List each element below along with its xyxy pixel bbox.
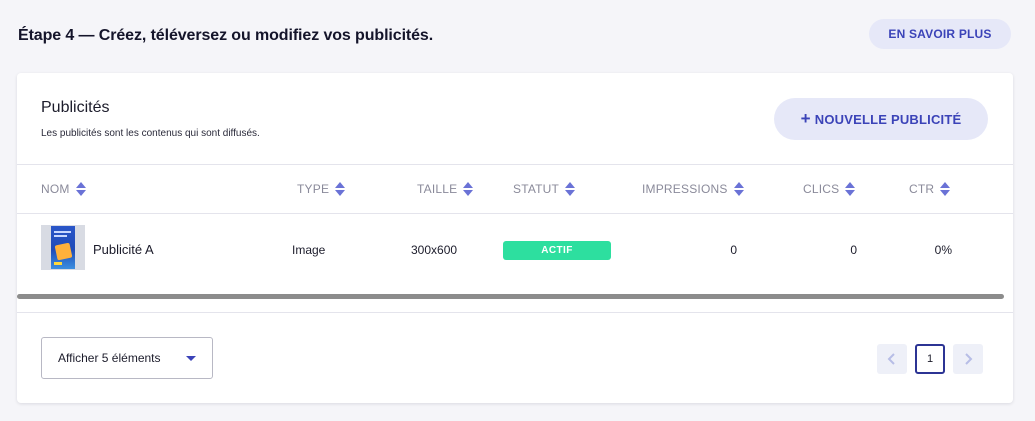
column-header-name[interactable]: NOM xyxy=(41,182,86,196)
ad-clicks: 0 xyxy=(850,243,857,257)
sort-icon[interactable] xyxy=(733,182,744,196)
ad-ctr: 0% xyxy=(934,243,952,257)
column-header-label: TAILLE xyxy=(417,182,458,196)
column-header-impressions[interactable]: IMPRESSIONS xyxy=(642,182,744,196)
horizontal-scrollbar[interactable] xyxy=(17,294,1004,299)
column-header-type[interactable]: TYPE xyxy=(297,182,346,196)
column-header-label: TYPE xyxy=(297,182,330,196)
step-title: Étape 4 — Créez, téléversez ou modifiez … xyxy=(18,27,434,44)
sort-icon[interactable] xyxy=(335,182,346,196)
previous-page-button[interactable] xyxy=(877,344,907,374)
column-header-size[interactable]: TAILLE xyxy=(417,182,474,196)
caret-down-icon xyxy=(186,356,196,361)
card-title: Publicités xyxy=(41,99,110,116)
sort-icon[interactable] xyxy=(940,182,951,196)
learn-more-button[interactable]: EN SAVOIR PLUS xyxy=(869,19,1011,49)
ad-type: Image xyxy=(292,243,326,257)
ads-card: Publicités Les publicités sont les conte… xyxy=(17,73,1013,403)
sort-icon[interactable] xyxy=(75,182,86,196)
ad-name[interactable]: Publicité A xyxy=(93,242,154,257)
ad-thumbnail[interactable] xyxy=(41,225,85,270)
divider xyxy=(17,213,1013,214)
page-button-current[interactable]: 1 xyxy=(915,344,945,374)
column-header-status[interactable]: STATUT xyxy=(513,182,576,196)
page-size-select[interactable]: Afficher 5 éléments xyxy=(41,337,213,379)
column-header-label: CTR xyxy=(909,182,935,196)
sort-icon[interactable] xyxy=(463,182,474,196)
page-size-label: Afficher 5 éléments xyxy=(58,351,161,365)
status-badge: ACTIF xyxy=(503,241,611,260)
divider xyxy=(17,164,1013,165)
chevron-right-icon xyxy=(965,353,973,365)
column-header-clicks[interactable]: CLICS xyxy=(803,182,856,196)
next-page-button[interactable] xyxy=(953,344,983,374)
column-header-label: NOM xyxy=(41,182,70,196)
new-ad-button-label: NOUVELLE PUBLICITÉ xyxy=(814,111,962,127)
ad-impressions: 0 xyxy=(730,243,737,257)
column-header-label: STATUT xyxy=(513,182,560,196)
divider xyxy=(17,312,1013,313)
sort-icon[interactable] xyxy=(845,182,856,196)
ad-size: 300x600 xyxy=(411,243,458,257)
plus-icon: + xyxy=(800,108,811,128)
card-subtitle: Les publicités sont les contenus qui son… xyxy=(41,128,260,139)
column-header-ctr[interactable]: CTR xyxy=(909,182,951,196)
chevron-left-icon xyxy=(887,353,895,365)
column-header-label: IMPRESSIONS xyxy=(642,182,728,196)
column-header-label: CLICS xyxy=(803,182,840,196)
new-ad-button[interactable]: + NOUVELLE PUBLICITÉ xyxy=(774,98,988,140)
ad-preview-image xyxy=(51,226,75,269)
sort-icon[interactable] xyxy=(565,182,576,196)
